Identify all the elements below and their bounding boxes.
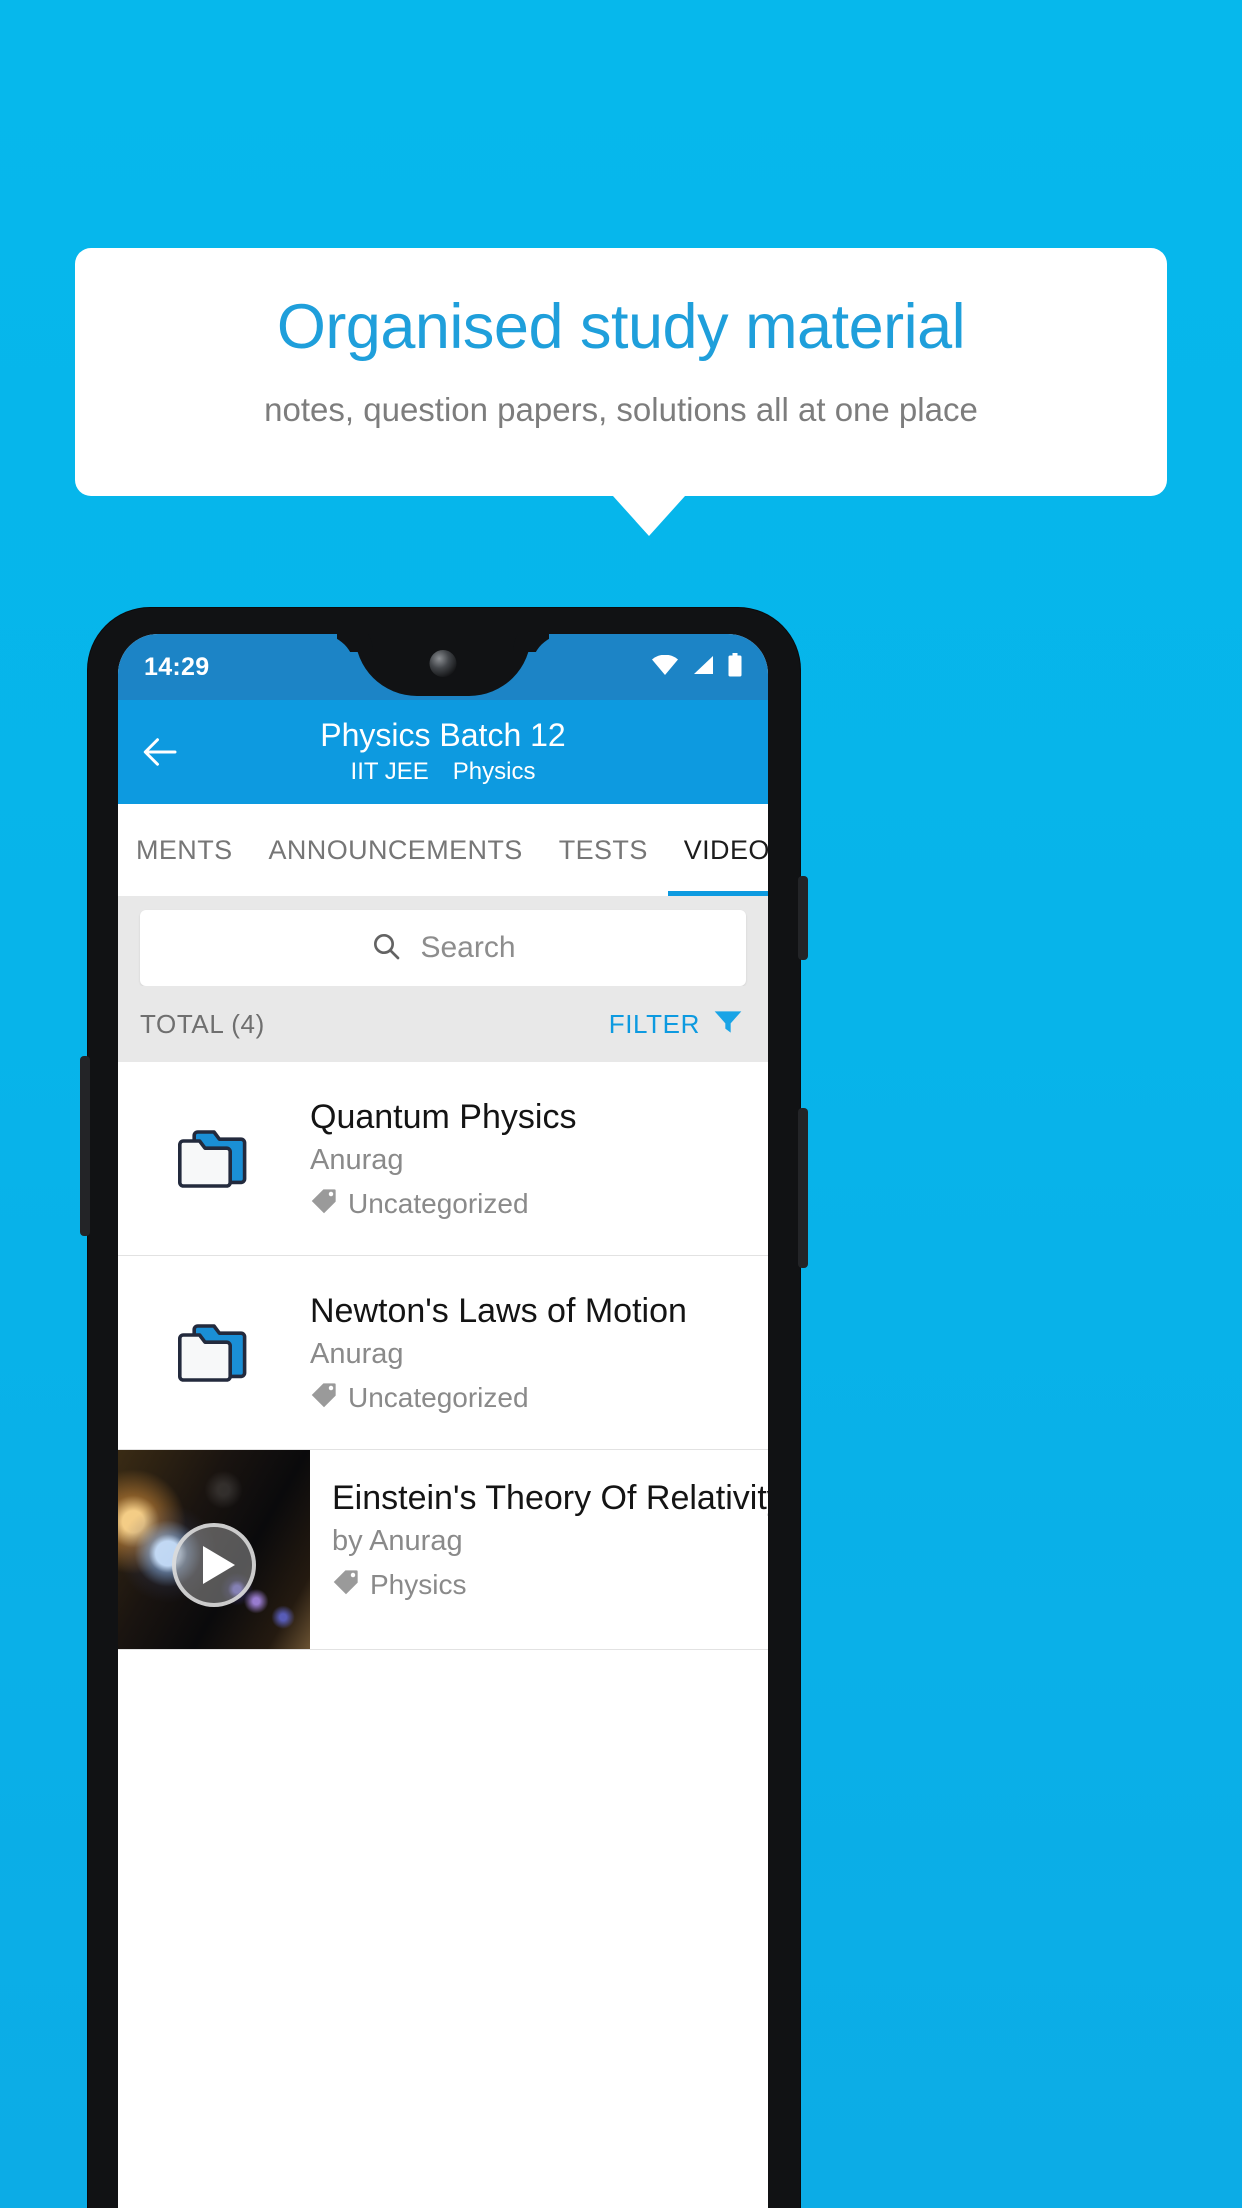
- phone-screen: 14:29 Physics Batch 12 IIT JEE Physics M…: [118, 634, 768, 2208]
- list-item-tag: Physics: [332, 1568, 768, 1601]
- page-title: Physics Batch 12: [320, 717, 566, 754]
- list-item-author: Anurag: [310, 1144, 404, 1177]
- promo-bubble: Organised study material notes, question…: [75, 248, 1167, 496]
- tag-icon: [332, 1568, 360, 1601]
- tab-bar: MENTS ANNOUNCEMENTS TESTS VIDEOS: [118, 804, 768, 896]
- phone-frame: 14:29 Physics Batch 12 IIT JEE Physics M…: [80, 608, 808, 2208]
- folder-icon: [118, 1126, 310, 1192]
- promo-bubble-tail: [613, 496, 685, 536]
- list-item[interactable]: Quantum Physics Anurag Uncategorized: [118, 1062, 768, 1256]
- app-bar: Physics Batch 12 IIT JEE Physics: [118, 700, 768, 804]
- tag-icon: [310, 1187, 338, 1220]
- list-toolbar: TOTAL (4) FILTER: [118, 986, 768, 1062]
- subtitle-exam: IIT JEE: [350, 757, 429, 785]
- list-item-body: Quantum Physics Anurag Uncategorized: [310, 1097, 768, 1220]
- list-item-tag: Uncategorized: [310, 1381, 754, 1414]
- tab-tests[interactable]: TESTS: [541, 804, 666, 896]
- phone-volume-button[interactable]: [80, 1056, 90, 1236]
- list-item-body: Newton's Laws of Motion Anurag Uncategor…: [310, 1291, 768, 1414]
- phone-side-button[interactable]: [798, 1108, 808, 1268]
- filter-icon: [712, 1006, 744, 1043]
- list-item-title: Quantum Physics: [310, 1097, 577, 1136]
- tag-icon: [310, 1381, 338, 1414]
- status-bar: 14:29: [118, 634, 768, 700]
- list-item-tag-text: Physics: [370, 1568, 467, 1600]
- list-item[interactable]: Newton's Laws of Motion Anurag Uncategor…: [118, 1256, 768, 1450]
- video-thumbnail[interactable]: [118, 1450, 310, 1649]
- search-zone: Search: [118, 896, 768, 986]
- page-subtitle: IIT JEE Physics: [118, 757, 768, 787]
- list-item-author: by Anurag: [332, 1525, 463, 1558]
- arrow-left-icon[interactable]: [140, 731, 182, 773]
- tab-announcements[interactable]: ANNOUNCEMENTS: [251, 804, 541, 896]
- promo-subheadline: notes, question papers, solutions all at…: [264, 391, 978, 429]
- promo-headline: Organised study material: [276, 292, 966, 362]
- tab-videos[interactable]: VIDEOS: [666, 804, 768, 896]
- tab-assignments[interactable]: MENTS: [118, 804, 251, 896]
- search-icon: [370, 930, 402, 967]
- list-item[interactable]: Einstein's Theory Of Relativity by Anura…: [118, 1450, 768, 1650]
- list-item-author: Anurag: [310, 1338, 404, 1371]
- battery-icon: [728, 652, 742, 682]
- search-placeholder: Search: [420, 931, 516, 964]
- list-item-tag-text: Uncategorized: [348, 1381, 529, 1413]
- list-item-tag-text: Uncategorized: [348, 1187, 529, 1219]
- list-item-title: Newton's Laws of Motion: [310, 1291, 687, 1330]
- promo-screenshot: Organised study material notes, question…: [0, 0, 1242, 2208]
- status-icon-group: [652, 652, 742, 682]
- list-item-tag: Uncategorized: [310, 1187, 754, 1220]
- list-item-body: Einstein's Theory Of Relativity by Anura…: [310, 1450, 768, 1649]
- folder-icon: [118, 1320, 310, 1386]
- status-clock: 14:29: [144, 652, 210, 681]
- content-list: Quantum Physics Anurag Uncategorized New…: [118, 1062, 768, 1650]
- front-camera: [429, 650, 457, 677]
- app-bar-titles: Physics Batch 12 IIT JEE Physics: [118, 717, 768, 787]
- signal-icon: [691, 655, 715, 680]
- search-input[interactable]: Search: [140, 910, 746, 986]
- total-count-label: TOTAL (4): [140, 1008, 265, 1039]
- filter-button[interactable]: FILTER: [609, 1006, 744, 1043]
- play-icon[interactable]: [172, 1523, 256, 1608]
- list-item-title: Einstein's Theory Of Relativity: [332, 1479, 768, 1517]
- subtitle-subject: Physics: [452, 757, 536, 785]
- filter-label: FILTER: [608, 1008, 700, 1039]
- wifi-icon: [652, 654, 678, 680]
- phone-power-button[interactable]: [798, 876, 808, 960]
